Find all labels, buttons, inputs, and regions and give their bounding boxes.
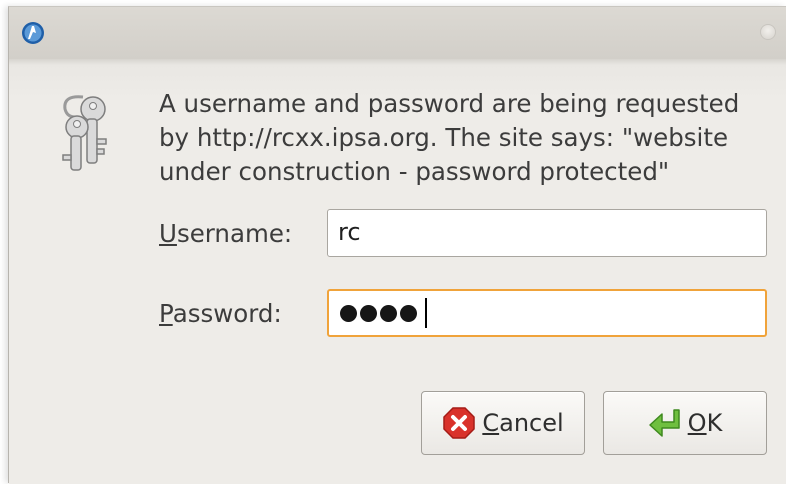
cancel-button[interactable]: Cancel [421,391,585,455]
cancel-mnemonic: C [482,409,500,437]
password-label-text: assword: [172,299,282,328]
username-label-mnemonic: U [159,219,177,248]
password-mask-dot [400,305,417,322]
cancel-label: ancel [499,409,564,437]
auth-dialog: A username and password are being reques… [8,6,786,484]
username-label: Username: [159,219,292,248]
password-label-mnemonic: P [159,299,173,328]
close-button[interactable] [760,24,776,40]
ok-arrow-icon [648,409,680,437]
keys-icon [62,95,107,171]
cancel-icon [443,407,476,439]
password-field[interactable] [327,289,767,337]
ok-mnemonic: O [687,409,707,437]
password-mask-dot [340,305,357,322]
firefox-icon [22,22,44,44]
username-label-text: sername: [176,219,293,248]
text-caret [425,298,427,328]
username-field[interactable]: rc [327,209,767,257]
password-label: Password: [159,299,282,328]
password-mask [340,299,420,328]
dialog-body: A username and password are being reques… [9,59,786,484]
ok-label: K [706,409,723,437]
password-mask-dot [360,305,377,322]
ok-button[interactable]: OK [603,391,767,455]
title-bar[interactable] [9,7,786,59]
auth-message: A username and password are being reques… [159,89,740,186]
username-value: rc [338,218,361,246]
password-mask-dot [380,305,397,322]
